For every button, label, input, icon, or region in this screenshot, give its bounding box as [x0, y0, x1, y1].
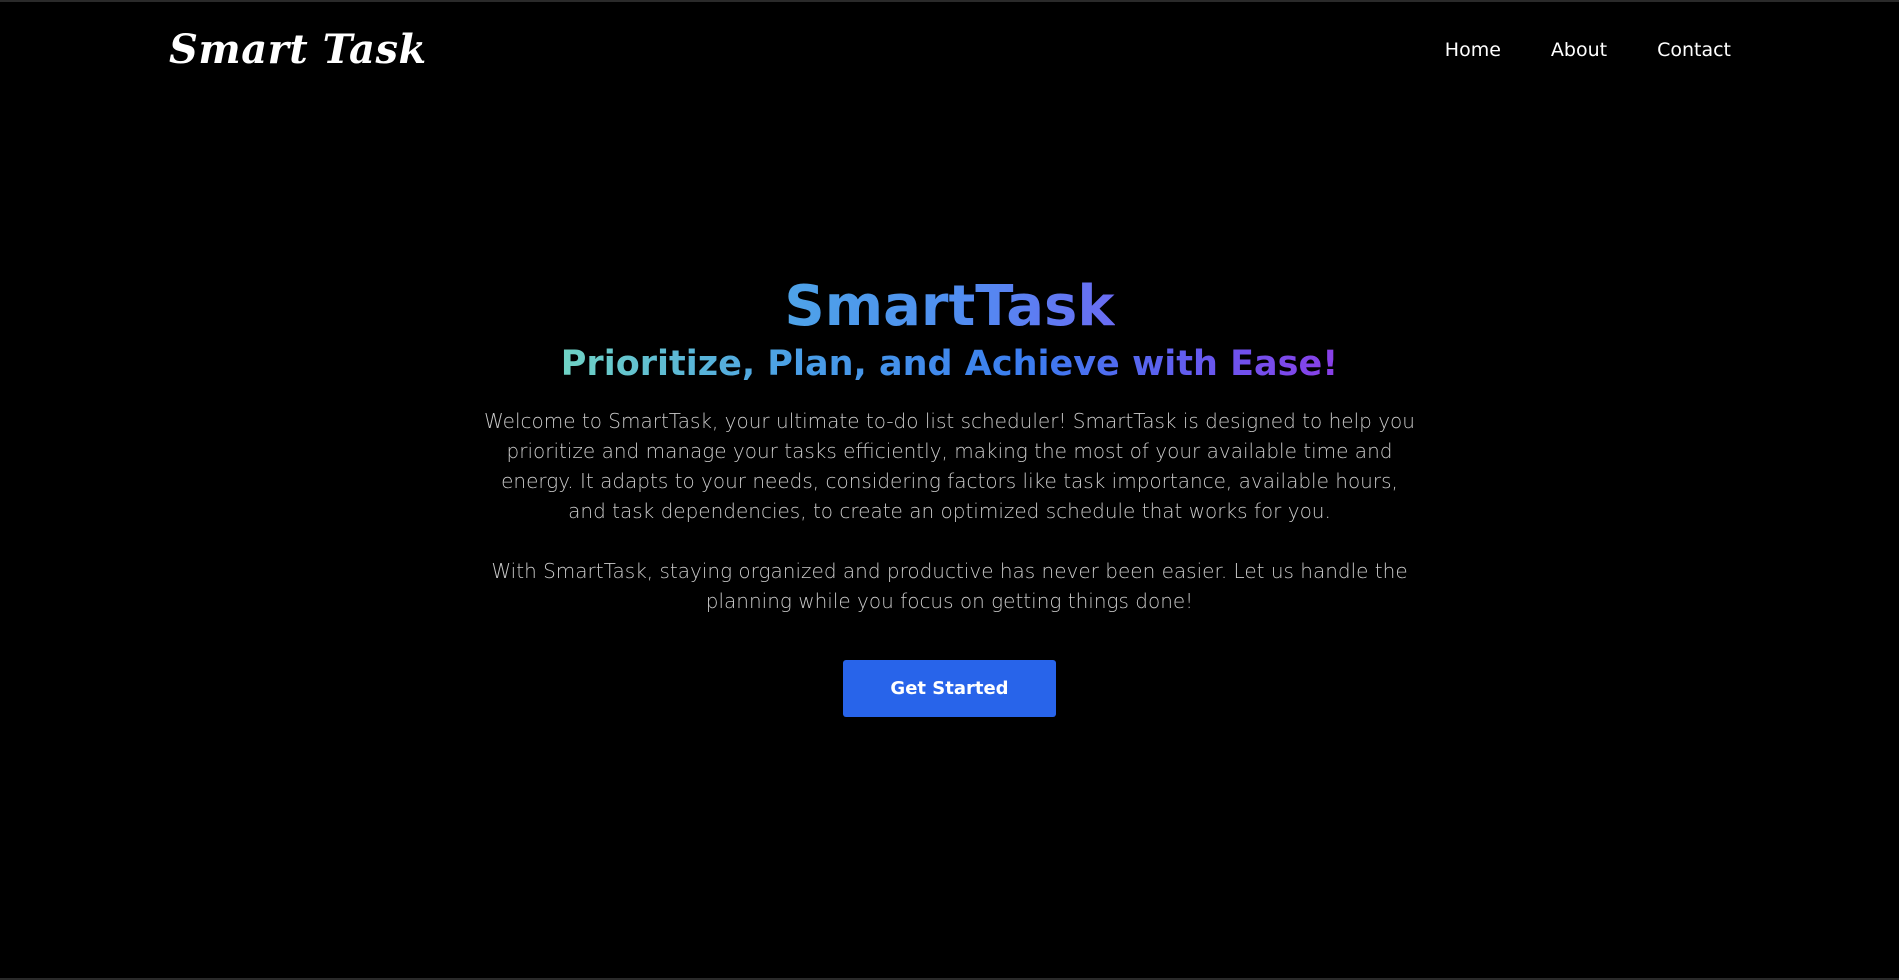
tagline-paragraph: With SmartTask, staying organized and pr…: [491, 559, 1408, 613]
hero-description: Welcome to SmartTask, your ultimate to-d…: [480, 406, 1420, 616]
page: Smart Task Home About Contact SmartTask …: [0, 0, 1899, 980]
hero-title: SmartTask: [784, 272, 1114, 342]
hero-subtitle: Prioritize, Plan, and Achieve with Ease!: [560, 344, 1339, 384]
logo[interactable]: Smart Task: [169, 22, 427, 78]
nav-link-home[interactable]: Home: [1445, 36, 1501, 64]
hero-section: SmartTask Prioritize, Plan, and Achieve …: [0, 272, 1899, 717]
get-started-button[interactable]: Get Started: [843, 660, 1056, 717]
nav-link-about[interactable]: About: [1551, 36, 1607, 64]
main-nav: Home About Contact: [1445, 36, 1731, 64]
nav-link-contact[interactable]: Contact: [1657, 36, 1731, 64]
site-header: Smart Task Home About Contact: [0, 2, 1899, 102]
intro-paragraph: Welcome to SmartTask, your ultimate to-d…: [484, 409, 1415, 523]
